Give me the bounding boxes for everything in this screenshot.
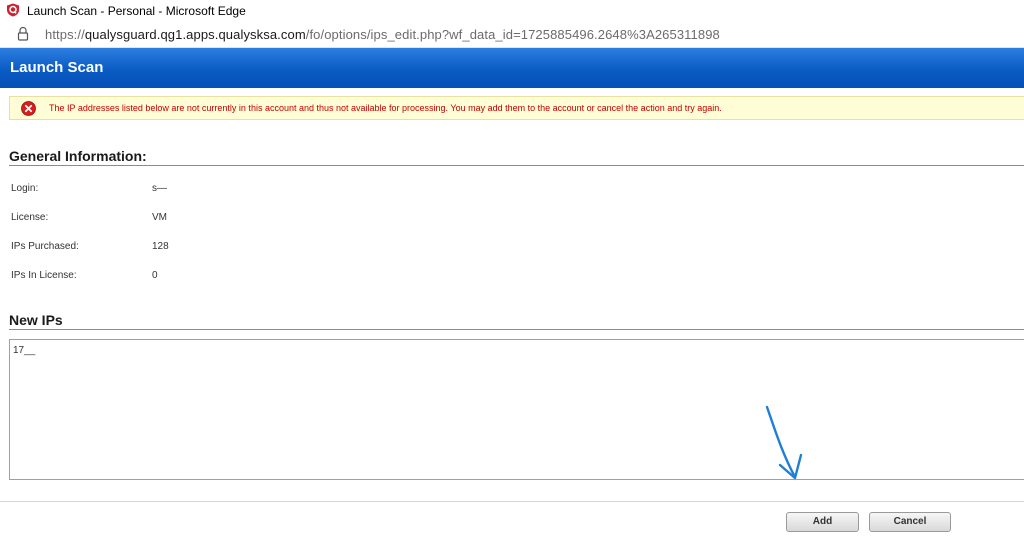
- footer-divider: [0, 501, 1024, 502]
- url-prefix: https://: [45, 27, 85, 42]
- page-header: Launch Scan: [0, 48, 1024, 88]
- general-info-heading: General Information:: [9, 148, 147, 164]
- qualys-shield-icon: [7, 3, 19, 17]
- alert-message: The IP addresses listed below are not cu…: [49, 103, 722, 113]
- ips-purchased-value: 128: [152, 241, 169, 252]
- window-title: Launch Scan - Personal - Microsoft Edge: [27, 4, 246, 18]
- lock-icon: [17, 26, 29, 41]
- window-titlebar: Launch Scan - Personal - Microsoft Edge: [0, 0, 1024, 21]
- license-value: VM: [152, 212, 167, 223]
- ips-purchased-label: IPs Purchased:: [11, 241, 79, 252]
- add-button[interactable]: Add: [786, 512, 859, 532]
- url-path: /fo/options/ips_edit.php?wf_data_id=1725…: [305, 27, 720, 42]
- address-bar[interactable]: https://qualysguard.qg1.apps.qualysksa.c…: [0, 21, 1024, 48]
- error-alert: The IP addresses listed below are not cu…: [9, 96, 1024, 120]
- license-label: License:: [11, 212, 49, 223]
- page-title: Launch Scan: [10, 59, 104, 76]
- ips-in-license-label: IPs In License:: [11, 270, 77, 281]
- cancel-button[interactable]: Cancel: [869, 512, 951, 532]
- error-icon: [21, 101, 36, 116]
- new-ips-heading: New IPs: [9, 312, 63, 328]
- login-label: Login:: [11, 183, 39, 194]
- url-text[interactable]: https://qualysguard.qg1.apps.qualysksa.c…: [45, 27, 720, 42]
- general-info-divider: [9, 165, 1024, 166]
- new-ips-divider: [9, 329, 1024, 330]
- login-value: s—: [152, 183, 167, 194]
- annotation-arrow-icon: [765, 405, 803, 480]
- ips-in-license-value: 0: [152, 270, 158, 281]
- new-ips-textarea[interactable]: 17__: [9, 339, 1024, 480]
- url-host: qualysguard.qg1.apps.qualysksa.com: [84, 27, 306, 42]
